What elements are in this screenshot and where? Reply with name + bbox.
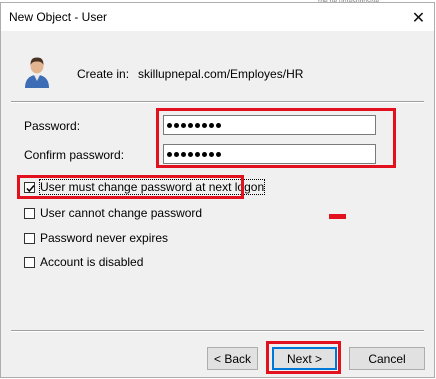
checkbox-account-disabled[interactable] <box>24 256 35 268</box>
create-in-path: skillupnepal.com/Employes/HR <box>138 67 304 81</box>
back-button[interactable]: < Back <box>207 347 258 370</box>
option-account-disabled[interactable]: Account is disabled <box>24 254 143 270</box>
highlight-password-fields <box>156 108 396 168</box>
cancel-button[interactable]: Cancel <box>349 347 425 370</box>
option-label: Account is disabled <box>40 255 144 269</box>
window-title: New Object - User <box>9 10 108 24</box>
password-label: Password: <box>24 119 81 133</box>
checkbox-cannot-change[interactable] <box>24 207 35 219</box>
highlight-next-button <box>266 341 341 374</box>
confirm-password-label: Confirm password: <box>24 148 125 162</box>
option-cannot-change-password[interactable]: User cannot change password <box>24 205 202 221</box>
create-in-label: Create in: <box>77 67 130 81</box>
red-annotation-mark <box>329 214 346 219</box>
separator-top <box>11 101 424 103</box>
checkbox-never-expires[interactable] <box>24 232 35 244</box>
separator-bottom <box>11 330 424 332</box>
option-password-never-expires[interactable]: Password never expires <box>24 230 168 246</box>
title-bar: New Object - User ✕ <box>1 3 434 31</box>
highlight-change-password-option <box>17 175 244 199</box>
option-label: User cannot change password <box>40 206 203 220</box>
close-button[interactable]: ✕ <box>403 3 434 31</box>
user-icon <box>25 57 49 88</box>
option-label: Password never expires <box>40 231 169 245</box>
close-icon: ✕ <box>411 7 426 27</box>
